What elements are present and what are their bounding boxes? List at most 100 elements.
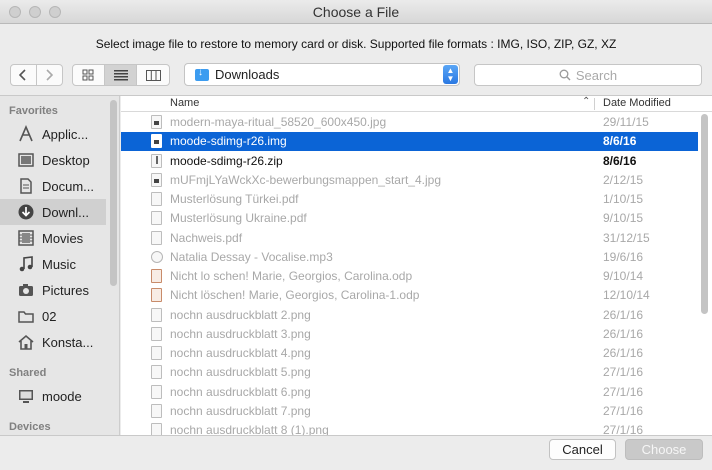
applications-icon: [17, 125, 35, 143]
file-name: Nicht löschen! Marie, Georgios, Carolina…: [170, 288, 420, 303]
icon-view-icon: [82, 69, 94, 81]
sidebar-item-moode[interactable]: moode: [0, 383, 106, 409]
file-row[interactable]: Nachweis.pdf 31/12/15: [121, 229, 698, 248]
sidebar-section-devices: Devices: [9, 421, 51, 433]
sidebar-item-label: Applic...: [42, 126, 89, 142]
sidebar-item-desktop[interactable]: Desktop: [0, 147, 106, 173]
sidebar-item-home[interactable]: Konsta...: [0, 329, 106, 355]
sidebar-item-pictures[interactable]: Pictures: [0, 277, 106, 303]
file-date: 12/10/14: [603, 288, 650, 303]
file-row[interactable]: moode-sdimg-r26.zip 8/6/16: [121, 152, 698, 171]
sidebar-section-shared: Shared: [9, 367, 47, 379]
pictures-icon: [17, 281, 35, 299]
file-date: 8/6/16: [603, 134, 637, 149]
file-date: 8/6/16: [603, 153, 637, 168]
file-name: Musterlösung Ukraine.pdf: [170, 211, 307, 226]
file-row[interactable]: Musterlösung Ukraine.pdf 9/10/15: [121, 209, 698, 228]
desktop-icon: [17, 151, 35, 169]
sidebar-item-movies[interactable]: Movies: [0, 225, 106, 251]
file-odp-icon: [151, 269, 162, 283]
file-row[interactable]: Nicht löschen! Marie, Georgios, Carolina…: [121, 286, 698, 305]
file-doc-icon: [151, 346, 162, 360]
file-row[interactable]: moode-sdimg-r26.img 8/6/16: [121, 132, 698, 152]
name-column-header[interactable]: Name: [170, 97, 199, 109]
file-mp3-icon: [151, 250, 163, 263]
list-view-button[interactable]: [104, 65, 138, 85]
file-row[interactable]: nochn ausdruckblatt 7.png 27/1/16: [121, 402, 698, 421]
file-img-icon: [151, 172, 162, 187]
sidebar-item-label: 02: [42, 308, 57, 324]
file-row[interactable]: mUFmjLYaWckXc-bewerbungsmappen_start_4.j…: [121, 171, 698, 190]
file-name: moode-sdimg-r26.zip: [170, 153, 283, 168]
sidebar-section-favorites: Favorites: [9, 105, 58, 117]
file-row[interactable]: Natalia Dessay - Vocalise.mp3 19/6/16: [121, 248, 698, 267]
file-date: 27/1/16: [603, 403, 644, 418]
sidebar-item-applications[interactable]: Applic...: [0, 121, 106, 147]
icon-view-button[interactable]: [73, 65, 105, 85]
back-button[interactable]: [11, 65, 37, 85]
title-bar: Choose a File: [0, 0, 712, 24]
history-buttons: [10, 64, 63, 86]
home-icon: [17, 333, 35, 351]
file-row[interactable]: nochn ausdruckblatt 5.png 27/1/16: [121, 363, 698, 382]
file-doc-icon: [151, 403, 162, 418]
file-row[interactable]: nochn ausdruckblatt 3.png 26/1/16: [121, 325, 698, 344]
file-name: nochn ausdruckblatt 5.png: [170, 365, 311, 380]
cancel-button[interactable]: Cancel: [549, 439, 616, 460]
sidebar-scrollbar[interactable]: [110, 100, 117, 286]
file-list: Name ⌃ Date Modified modern-maya-ritual_…: [121, 96, 712, 436]
file-date: 2/12/15: [603, 172, 644, 187]
file-doc-icon: [151, 307, 162, 322]
file-name: Nicht lo schen! Marie, Georgios, Carolin…: [170, 269, 413, 283]
sidebar-item-02[interactable]: 02: [0, 303, 106, 329]
column-divider[interactable]: [594, 98, 595, 110]
file-date: 31/12/15: [603, 230, 650, 245]
file-date: 1/10/15: [603, 192, 644, 206]
location-label: Downloads: [215, 67, 280, 82]
file-date: 19/6/16: [603, 249, 644, 264]
file-name: nochn ausdruckblatt 2.png: [170, 307, 311, 322]
file-name: nochn ausdruckblatt 3.png: [170, 326, 311, 341]
file-row[interactable]: nochn ausdruckblatt 6.png 27/1/16: [121, 383, 698, 402]
column-view-button[interactable]: [137, 65, 169, 85]
dialog-message: Select image file to restore to memory c…: [95, 37, 617, 51]
file-name: Natalia Dessay - Vocalise.mp3: [170, 249, 333, 264]
file-name: nochn ausdruckblatt 4.png: [170, 346, 311, 360]
file-img-icon: [151, 134, 162, 149]
file-img-icon: [151, 115, 162, 129]
computer-icon: [17, 387, 35, 405]
search-placeholder: Search: [575, 67, 618, 83]
file-date: 29/11/15: [603, 115, 649, 129]
movies-icon: [17, 229, 35, 247]
sidebar-item-label: Docum...: [42, 178, 95, 194]
date-column-header[interactable]: Date Modified: [603, 97, 671, 109]
file-name: nochn ausdruckblatt 6.png: [170, 384, 311, 399]
choose-button[interactable]: Choose: [625, 439, 703, 460]
file-row[interactable]: nochn ausdruckblatt 2.png 26/1/16: [121, 306, 698, 325]
file-row[interactable]: nochn ausdruckblatt 4.png 26/1/16: [121, 344, 698, 363]
file-row[interactable]: Nicht lo schen! Marie, Georgios, Carolin…: [121, 267, 698, 286]
file-row[interactable]: Musterlösung Türkei.pdf 1/10/15: [121, 190, 698, 209]
file-doc-icon: [151, 326, 162, 341]
file-doc-icon: [151, 230, 162, 245]
documents-icon: [17, 177, 35, 195]
file-list-scrollbar[interactable]: [701, 114, 708, 314]
file-name: Nachweis.pdf: [170, 230, 243, 245]
file-name: Musterlösung Türkei.pdf: [170, 192, 299, 206]
sidebar-item-downloads[interactable]: Downl...: [0, 199, 106, 225]
file-name: modern-maya-ritual_58520_600x450.jpg: [170, 115, 387, 129]
sidebar-item-documents[interactable]: Docum...: [0, 173, 106, 199]
file-doc-icon: [151, 211, 162, 226]
view-switcher: [72, 64, 170, 86]
sidebar-item-music[interactable]: Music: [0, 251, 106, 277]
sidebar-item-label: Movies: [42, 230, 84, 246]
search-field[interactable]: Search: [474, 64, 702, 86]
file-odp-icon: [151, 288, 162, 303]
file-date: 27/1/16: [603, 365, 644, 380]
column-view-icon: [145, 69, 161, 81]
forward-button[interactable]: [37, 65, 62, 85]
location-popup[interactable]: Downloads ▲▼: [184, 63, 460, 86]
chevron-right-icon: [46, 69, 54, 81]
file-row[interactable]: nochn ausdruckblatt 8 (1).png 27/1/16: [121, 421, 698, 436]
file-row[interactable]: modern-maya-ritual_58520_600x450.jpg 29/1…: [121, 113, 698, 132]
